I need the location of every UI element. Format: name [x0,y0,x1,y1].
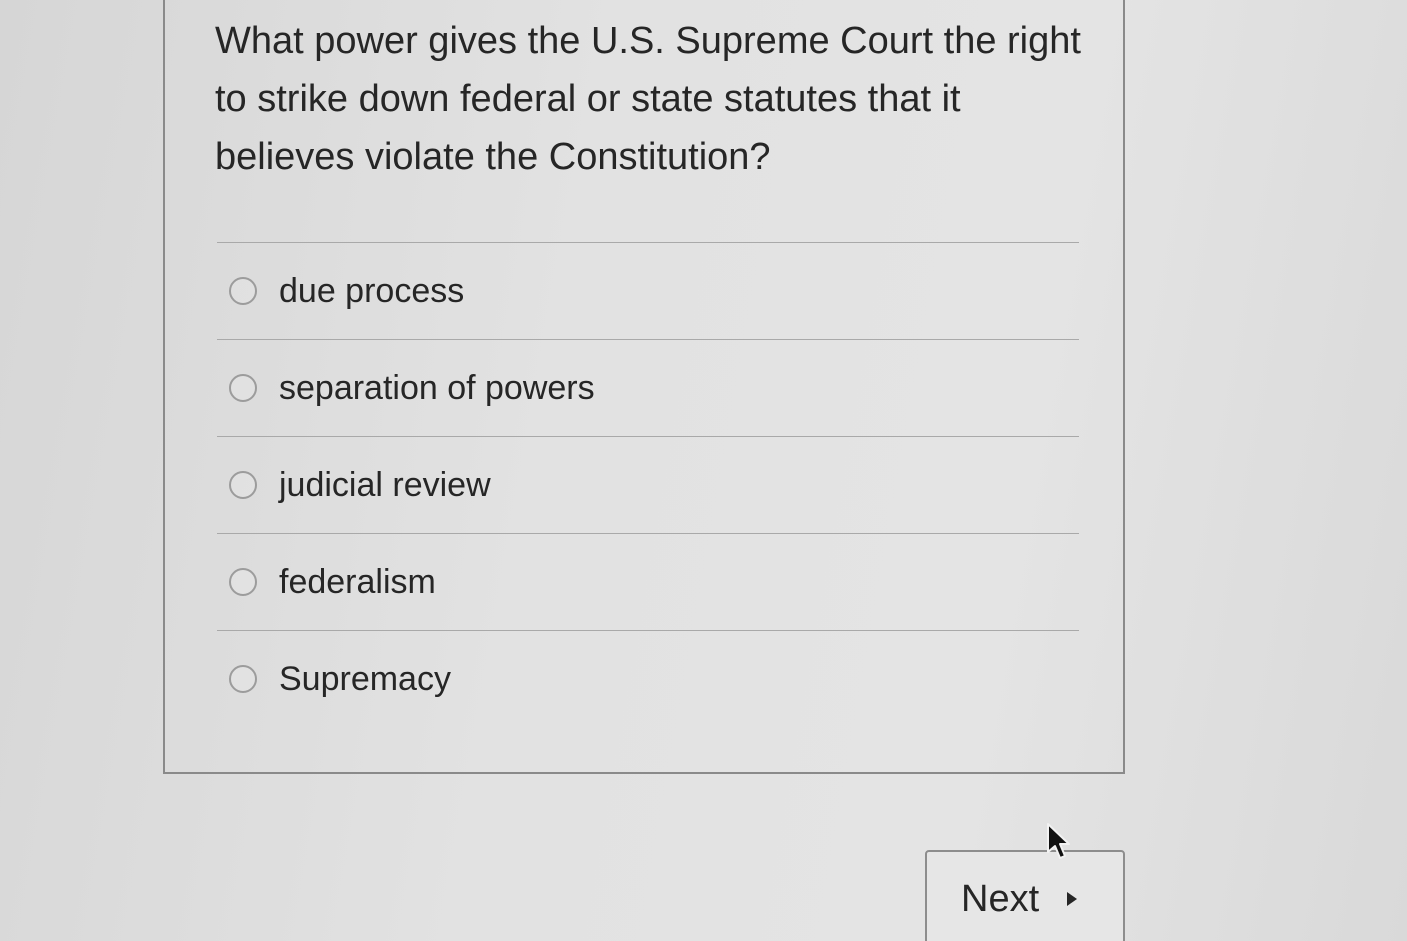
answer-option-supremacy[interactable]: Supremacy [217,631,1079,727]
next-button-label: Next [961,878,1040,920]
quiz-screen: What power gives the U.S. Supreme Court … [0,0,1407,941]
radio-button[interactable] [229,374,257,402]
radio-button[interactable] [229,665,257,693]
answer-option-separation-of-powers[interactable]: separation of powers [217,340,1079,437]
answer-option-label: separation of powers [279,368,595,407]
answer-option-label: Supremacy [279,659,451,698]
next-button[interactable]: Next [925,850,1125,941]
question-text: What power gives the U.S. Supreme Court … [215,20,1081,178]
radio-button[interactable] [229,471,257,499]
answer-option-due-process[interactable]: due process [217,243,1079,340]
answer-option-label: federalism [279,562,436,601]
answer-options: due process separation of powers judicia… [217,242,1079,727]
triangle-right-icon [1067,892,1077,906]
answer-option-federalism[interactable]: federalism [217,534,1079,631]
answer-option-label: judicial review [279,465,491,504]
mouse-pointer-icon [1047,823,1070,859]
answer-option-judicial-review[interactable]: judicial review [217,437,1079,534]
radio-button[interactable] [229,568,257,596]
question-card: What power gives the U.S. Supreme Court … [163,0,1125,774]
answer-option-label: due process [279,271,465,310]
radio-button[interactable] [229,277,257,305]
